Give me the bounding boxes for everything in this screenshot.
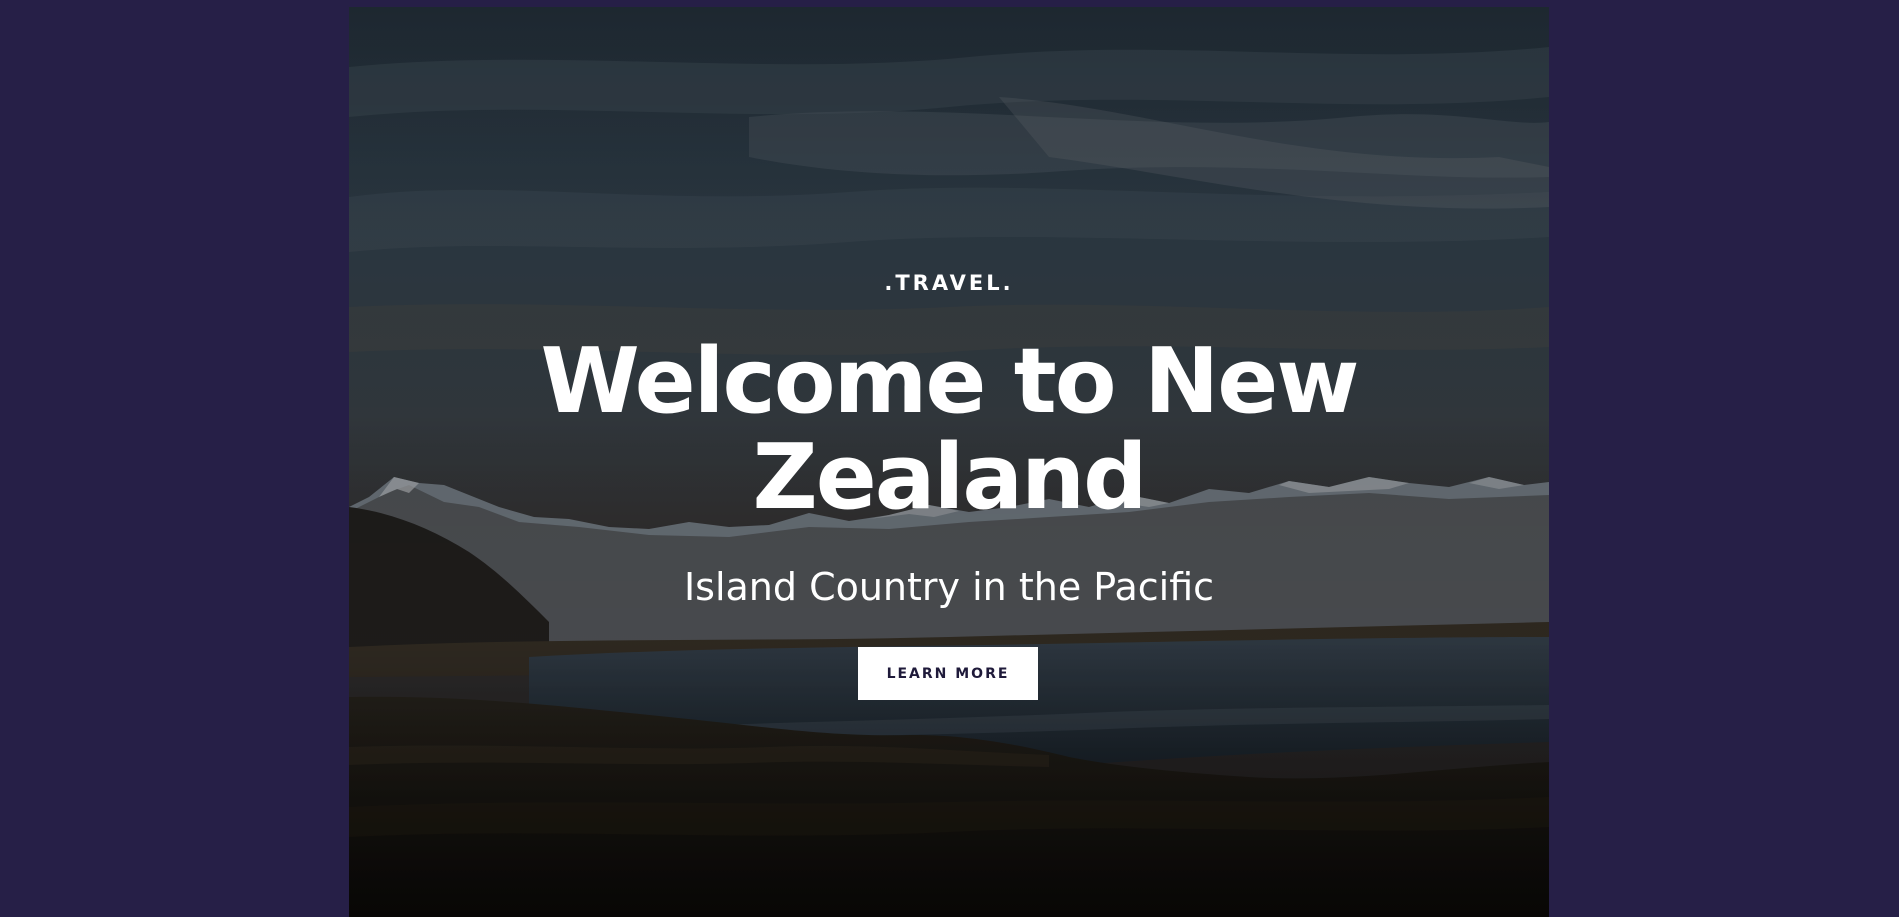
hero-section: .TRAVEL. Welcome to New Zealand Island C… bbox=[349, 7, 1549, 917]
learn-more-button[interactable]: LEARN MORE bbox=[858, 647, 1038, 700]
hero-eyebrow: .TRAVEL. bbox=[884, 271, 1014, 295]
hero-content: .TRAVEL. Welcome to New Zealand Island C… bbox=[349, 7, 1549, 917]
hero-subtitle: Island Country in the Pacific bbox=[683, 565, 1215, 609]
hero-title: Welcome to New Zealand bbox=[540, 329, 1360, 530]
page: .TRAVEL. Welcome to New Zealand Island C… bbox=[0, 0, 1899, 917]
